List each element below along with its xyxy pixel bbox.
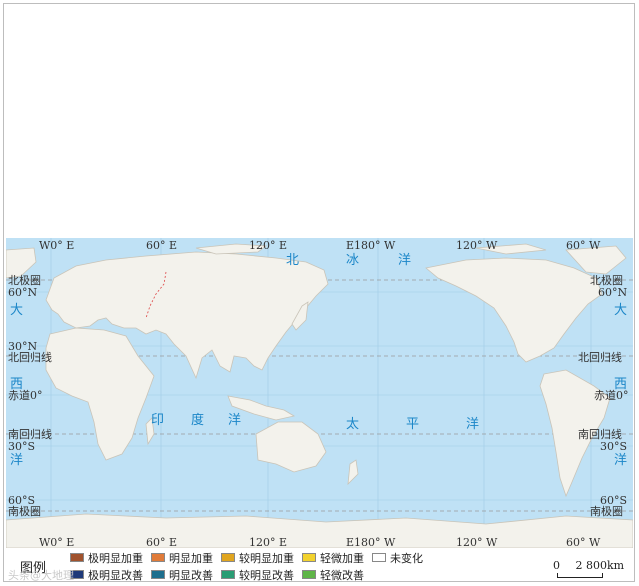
watermark: 头条@大地理 <box>8 569 74 582</box>
lat-label-cancer: 北回归线 <box>578 350 622 364</box>
legend-item: 明显改善 <box>151 567 213 583</box>
lon-label-bottom: E180° W <box>346 536 396 548</box>
lat-label-30s: 30°S <box>600 440 627 453</box>
lat-label-arctic: 北极圈 <box>590 273 623 287</box>
lat-label-antarctic: 南极圈 <box>590 504 623 518</box>
scale-line <box>557 573 603 578</box>
lat-label-capricorn: 南回归线 <box>8 427 52 441</box>
ocean-label-indian: 洋 <box>228 413 242 428</box>
ocean-label-arctic: 洋 <box>398 253 412 268</box>
legend-swatch <box>70 553 84 562</box>
legend-row: 极明显加重 明显加重 较明显加重 轻微加重 未变化 <box>70 549 450 566</box>
legend-swatch <box>221 553 235 562</box>
lat-label-capricorn: 南回归线 <box>578 427 622 441</box>
lon-label-bottom: 60° E <box>146 536 177 548</box>
legend-item: 极明显加重 <box>70 550 143 566</box>
ocean-label-pacific: 太 <box>346 417 360 432</box>
ocean-label-atlantic: 大 <box>614 303 628 318</box>
scale-zero: 0 <box>553 559 560 572</box>
world-map: W0° E 60° E 120° E E180° W 120° W 60° W … <box>6 238 633 548</box>
lat-label-cancer: 北回归线 <box>8 350 52 364</box>
legend-item: 较明显加重 <box>221 550 294 566</box>
legend-label: 明显加重 <box>169 551 213 565</box>
legend-label: 轻微改善 <box>320 568 364 582</box>
scale-bar: 0 2 800km <box>553 559 624 572</box>
ocean-label-atlantic: 洋 <box>614 453 628 468</box>
lon-label-top: 60° W <box>566 239 601 252</box>
legend-label: 未变化 <box>390 551 423 565</box>
ocean-label-atlantic: 洋 <box>10 453 24 468</box>
lat-label-antarctic: 南极圈 <box>8 504 41 518</box>
lon-label-top: 120° W <box>456 239 498 252</box>
ocean-label-pacific: 平 <box>406 417 420 432</box>
lon-label-top: W0° E <box>39 239 74 252</box>
legend-item: 极明显改善 <box>70 567 143 583</box>
legend-label: 较明显加重 <box>239 551 294 565</box>
ocean-label-atlantic: 西 <box>614 377 628 392</box>
legend-swatch <box>151 570 165 579</box>
legend-row: 极明显改善 明显改善 较明显改善 轻微改善 <box>70 566 450 583</box>
lon-label-bottom: W0° E <box>39 536 74 548</box>
lat-label-60n: 60°N <box>598 286 627 299</box>
scale-distance: 2 800km <box>575 559 625 572</box>
legend-swatch <box>302 570 316 579</box>
ocean-label-indian: 印 <box>151 413 165 428</box>
legend-item: 轻微加重 <box>302 550 364 566</box>
ocean-label-atlantic: 大 <box>10 303 24 318</box>
lat-label-30s: 30°S <box>8 440 35 453</box>
legend-item: 较明显改善 <box>221 567 294 583</box>
legend-swatch <box>151 553 165 562</box>
legend-item: 未变化 <box>372 550 423 566</box>
legend: 极明显加重 明显加重 较明显加重 轻微加重 未变化 极明显改善 明显改善 较明显… <box>70 549 450 583</box>
ocean-label-atlantic: 西 <box>10 377 24 392</box>
ocean-label-pacific: 洋 <box>466 417 480 432</box>
lon-label-top: E180° W <box>346 239 396 252</box>
ocean-label-indian: 度 <box>191 412 205 428</box>
legend-label: 轻微加重 <box>320 551 364 565</box>
lat-label-arctic: 北极圈 <box>8 273 41 287</box>
ocean-label-arctic: 冰 <box>346 253 360 268</box>
legend-item: 轻微改善 <box>302 567 364 583</box>
legend-swatch <box>302 553 316 562</box>
lon-label-bottom: 120° E <box>249 536 287 548</box>
legend-item: 明显加重 <box>151 550 213 566</box>
legend-label: 较明显改善 <box>239 568 294 582</box>
lat-label-60n: 60°N <box>8 286 37 299</box>
legend-label: 极明显改善 <box>88 568 143 582</box>
legend-label: 极明显加重 <box>88 551 143 565</box>
legend-swatch <box>372 553 386 562</box>
legend-swatch <box>221 570 235 579</box>
lon-label-bottom: 60° W <box>566 536 601 548</box>
legend-label: 明显改善 <box>169 568 213 582</box>
ocean-label-arctic: 北 <box>286 253 300 268</box>
lon-label-top: 60° E <box>146 239 177 252</box>
lon-label-bottom: 120° W <box>456 536 498 548</box>
lon-label-top: 120° E <box>249 239 287 252</box>
